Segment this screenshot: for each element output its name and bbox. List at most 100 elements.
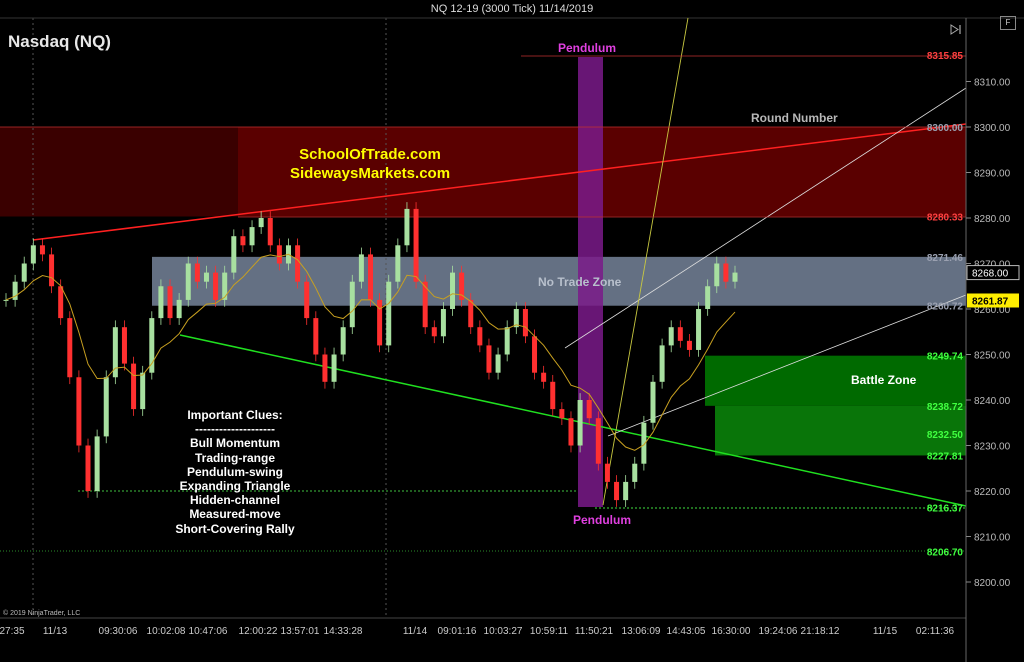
candle-body	[440, 309, 446, 337]
candle-body	[568, 418, 574, 446]
level-label: 8280.33	[927, 212, 964, 223]
candle-body	[276, 245, 282, 264]
x-tick-label: 19:24:06	[759, 626, 798, 637]
no-trade-zone-label: No Trade Zone	[538, 275, 622, 289]
x-tick-label: 13:06:09	[622, 626, 661, 637]
candle-body	[322, 354, 328, 382]
clue-item: Bull Momentum	[190, 436, 280, 451]
candle-body	[714, 263, 720, 287]
level-label: 8249.74	[927, 352, 964, 363]
clue-item: Pendulum-swing	[187, 464, 283, 479]
x-tick-label: 14:33:28	[324, 626, 363, 637]
candle-body	[21, 263, 27, 282]
candle-body	[121, 327, 127, 364]
candle-body	[76, 377, 82, 446]
candle-body	[614, 481, 620, 501]
candle-body	[541, 372, 547, 382]
candle-body	[477, 327, 483, 346]
y-tick-label: 8250.00	[974, 351, 1011, 362]
candle-body	[404, 208, 410, 246]
candle-body	[504, 327, 510, 355]
clues-separator: --------------------	[195, 422, 275, 437]
candle-body	[203, 272, 209, 282]
x-tick-label: 10:59:11	[530, 626, 569, 637]
candle-body	[231, 236, 237, 273]
candle-body	[431, 327, 437, 337]
candle-body	[240, 236, 246, 246]
candle-body	[85, 445, 91, 491]
candle-body	[623, 481, 629, 501]
clue-item: Expanding Triangle	[179, 479, 291, 494]
last-price-label: 8261.87	[972, 296, 1009, 307]
clue-item: Trading-range	[194, 450, 275, 465]
candle-body	[632, 463, 638, 482]
candle-body	[577, 400, 583, 446]
clue-item: Measured-move	[189, 507, 281, 522]
round-number-label: Round Number	[751, 111, 838, 125]
x-tick-label: 09:30:06	[99, 626, 138, 637]
x-tick-label: 13:57:01	[281, 626, 320, 637]
candle-body	[3, 299, 9, 301]
y-tick-label: 8310.00	[974, 78, 1011, 89]
level-label: 8227.81	[927, 451, 964, 462]
x-tick-label: 14:43:05	[667, 626, 706, 637]
brand-text: SchoolOfTrade.com SidewaysMarkets.com	[255, 145, 485, 183]
candle-body	[176, 299, 182, 319]
candle-body	[213, 272, 219, 300]
candle-body	[495, 354, 501, 373]
candle-body	[650, 381, 656, 423]
candle-body	[686, 340, 692, 350]
x-tick-label: 21:18:12	[801, 626, 840, 637]
level-label: 8216.37	[927, 504, 964, 515]
level-label: 8206.70	[927, 548, 964, 559]
candle-body	[395, 245, 401, 282]
candle-body	[30, 245, 36, 264]
candle-body	[368, 254, 373, 300]
candle-body	[450, 272, 456, 309]
y-tick-label: 8280.00	[974, 214, 1011, 225]
level-label: 8232.50	[927, 430, 964, 441]
x-tick-label: 11:50:21	[575, 626, 614, 637]
instrument-label: Nasdaq (NQ)	[8, 32, 111, 51]
pendulum-top-label: Pendulum	[558, 41, 617, 55]
play-to-end-icon[interactable]	[950, 24, 962, 35]
level-label: 8300.00	[927, 123, 964, 134]
candle-body	[222, 272, 228, 300]
candle-body	[131, 363, 137, 410]
battle-zone-label: Battle Zone	[851, 373, 917, 387]
candle-body	[67, 318, 73, 378]
candle-body	[522, 309, 528, 337]
pendulum-bottom-label: Pendulum	[573, 513, 632, 527]
candle-body	[185, 263, 191, 300]
price-chart[interactable]: 8200.00 8210.00 8220.00 8230.00 8240.00 8250.…	[0, 0, 1024, 662]
y-tick-label: 8200.00	[974, 578, 1011, 589]
candle-body	[58, 286, 64, 319]
candle-body	[550, 381, 556, 410]
level-label: 8315.85	[927, 51, 964, 62]
x-tick-label: 09:01:16	[438, 626, 477, 637]
candles-layer	[3, 202, 738, 507]
x-tick-label: 16:30:00	[712, 626, 751, 637]
f-button[interactable]: F	[1000, 16, 1016, 30]
brand-line-1: SchoolOfTrade.com	[299, 146, 441, 163]
clues-box: Important Clues: -------------------- Bu…	[150, 408, 320, 536]
candle-body	[304, 281, 310, 319]
candle-body	[677, 327, 683, 341]
x-tick-label: 11/14	[403, 626, 428, 637]
brand-line-2: SidewaysMarkets.com	[289, 165, 451, 182]
candle-body	[149, 318, 155, 373]
candle-body	[140, 372, 146, 410]
y-axis: 8200.00 8210.00 8220.00 8230.00 8240.00 8250.…	[965, 18, 1020, 662]
candle-body	[194, 263, 200, 282]
x-tick-label: 11/15	[873, 626, 898, 637]
candle-body	[313, 318, 319, 355]
candle-body	[358, 254, 364, 282]
candle-body	[49, 254, 55, 287]
candle-body	[723, 263, 729, 282]
y-tick-label: 8210.00	[974, 533, 1011, 544]
candle-body	[258, 218, 264, 228]
candle-body	[486, 345, 492, 373]
x-tick-label: 10:47:06	[189, 626, 228, 637]
candle-body	[331, 354, 337, 382]
clue-item: Short-Covering Rally	[175, 521, 295, 536]
